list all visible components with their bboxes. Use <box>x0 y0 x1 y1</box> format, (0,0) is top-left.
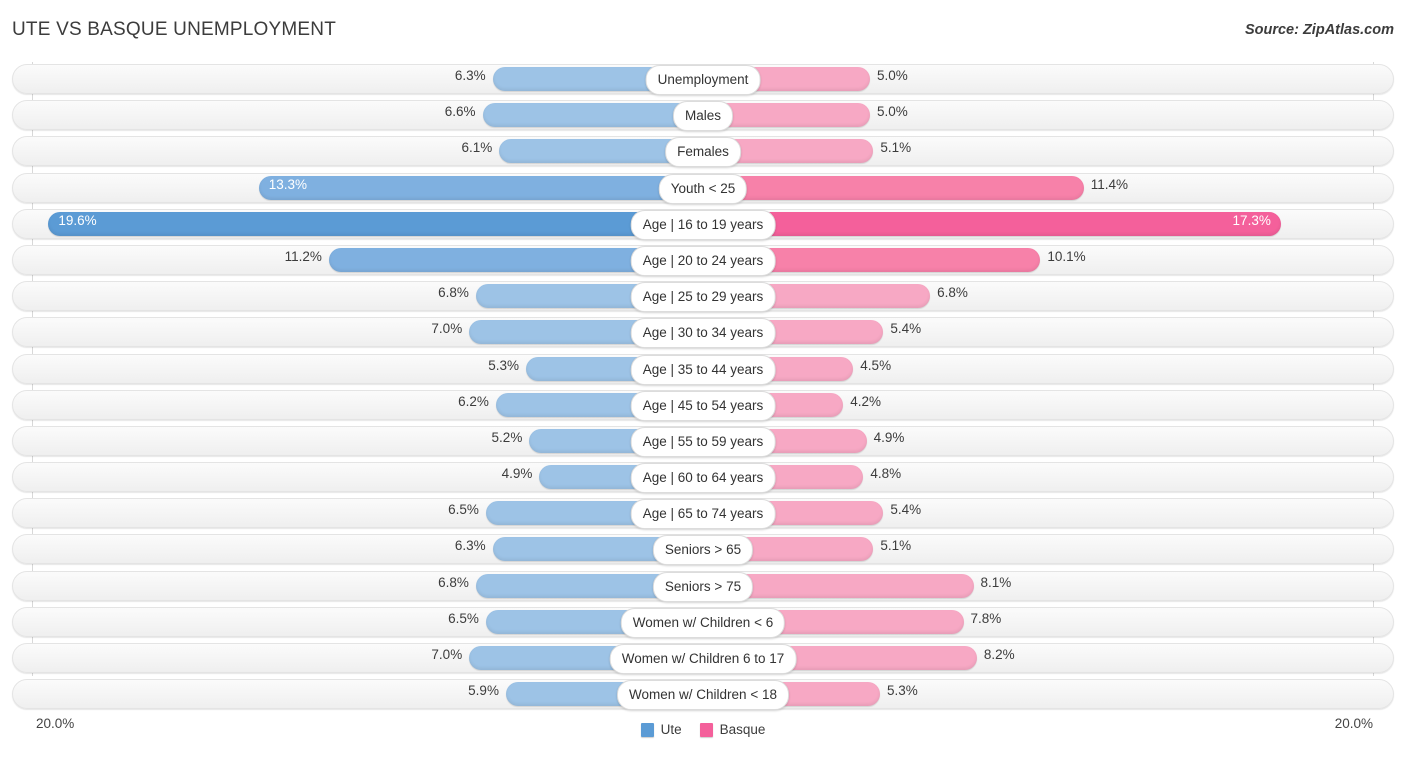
value-label-basque: 4.9% <box>873 429 905 445</box>
value-label-basque: 5.4% <box>890 502 922 518</box>
plot-area: 6.3% 5.0% Unemployment 6.6% 5.0% Males 6.1% 5.1… <box>0 62 1406 717</box>
bar-basque <box>703 175 1084 200</box>
category-label[interactable]: Women w/ Children 6 to 17 <box>609 644 797 674</box>
value-label-ute: 6.5% <box>448 610 479 626</box>
value-label-basque: 5.3% <box>887 683 918 699</box>
bar-row: 6.8% 8.1% Seniors > 75 <box>0 570 1406 602</box>
bar-ute-fill <box>48 212 703 236</box>
value-label-basque: 8.2% <box>983 647 1015 662</box>
bar-row: 11.2% 10.1% Age | 20 to 24 years <box>0 244 1406 276</box>
chart-header: UTE VS BASQUE UNEMPLOYMENT Source: ZipAt… <box>0 0 1406 62</box>
value-label-ute: 6.6% <box>444 104 476 120</box>
page-title: UTE VS BASQUE UNEMPLOYMENT <box>12 19 337 40</box>
legend-label: Basque <box>719 722 766 737</box>
value-label-basque: 4.2% <box>850 393 882 409</box>
legend-label: Ute <box>660 722 682 737</box>
value-label-ute: 13.3% <box>268 176 308 192</box>
category-label[interactable]: Youth < 25 <box>658 173 748 204</box>
bar-ute-fill <box>259 176 703 200</box>
value-label-ute: 6.1% <box>461 140 493 156</box>
value-label-ute: 6.2% <box>458 393 489 409</box>
bar-basque <box>703 211 1281 236</box>
category-label[interactable]: Women w/ Children < 6 <box>620 607 786 638</box>
value-label-basque: 17.3% <box>1232 212 1271 228</box>
value-label-basque: 11.4% <box>1090 176 1129 192</box>
bar-row: 5.9% 5.3% Women w/ Children < 18 <box>0 679 1406 711</box>
value-label-ute: 6.3% <box>454 538 486 554</box>
legend-item[interactable]: Ute <box>640 722 682 737</box>
value-label-basque: 10.1% <box>1047 248 1086 264</box>
value-label-ute: 19.6% <box>58 212 97 228</box>
bar-row: 7.0% 5.4% Age | 30 to 34 years <box>0 317 1406 349</box>
value-label-basque: 5.1% <box>880 140 912 156</box>
chart-container: UTE VS BASQUE UNEMPLOYMENT Source: ZipAt… <box>0 0 1406 757</box>
category-label[interactable]: Age | 45 to 54 years <box>630 390 776 421</box>
value-label-ute: 5.9% <box>468 683 499 699</box>
value-label-ute: 6.5% <box>448 502 479 518</box>
bar-row: 6.5% 7.8% Women w/ Children < 6 <box>0 606 1406 638</box>
category-label[interactable]: Males <box>672 101 734 132</box>
bar-row: 5.3% 4.5% Age | 35 to 44 years <box>0 353 1406 385</box>
bar-ute-fill <box>483 103 703 127</box>
value-label-ute: 6.3% <box>454 68 486 83</box>
value-label-basque: 4.5% <box>860 357 892 373</box>
category-label[interactable]: Females <box>665 137 741 168</box>
value-label-ute: 4.9% <box>501 466 533 482</box>
category-label[interactable]: Age | 60 to 64 years <box>630 463 776 494</box>
value-label-basque: 5.1% <box>880 538 912 554</box>
category-label[interactable]: Seniors > 75 <box>652 571 754 602</box>
value-label-ute: 5.2% <box>491 429 523 445</box>
category-label[interactable]: Age | 35 to 44 years <box>630 354 776 385</box>
category-label[interactable]: Women w/ Children < 18 <box>617 680 789 711</box>
bar-basque-fill <box>703 176 1084 200</box>
source-attribution: Source: ZipAtlas.com <box>1244 22 1394 38</box>
value-label-ute: 11.2% <box>284 248 322 264</box>
bar-rows: 6.3% 5.0% Unemployment 6.6% 5.0% Males 6.1% 5.1… <box>0 64 1406 715</box>
legend-swatch-icon <box>640 722 654 737</box>
value-label-ute: 7.0% <box>431 647 463 662</box>
category-label[interactable]: Age | 55 to 59 years <box>630 426 776 457</box>
value-label-basque: 5.0% <box>877 104 908 120</box>
bar-row: 4.9% 4.8% Age | 60 to 64 years <box>0 462 1406 494</box>
bar-row: 6.6% 5.0% Males <box>0 100 1406 132</box>
bar-row: 19.6% 17.3% Age | 16 to 19 years <box>0 208 1406 240</box>
category-label[interactable]: Age | 16 to 19 years <box>630 209 776 240</box>
bar-row: 6.5% 5.4% Age | 65 to 74 years <box>0 498 1406 530</box>
bar-row: 6.8% 6.8% Age | 25 to 29 years <box>0 281 1406 313</box>
value-label-ute: 5.3% <box>488 357 519 373</box>
category-label[interactable]: Age | 25 to 29 years <box>630 282 776 313</box>
category-label[interactable]: Age | 20 to 24 years <box>630 245 776 276</box>
bar-ute <box>258 175 703 200</box>
value-label-ute: 6.8% <box>438 574 469 590</box>
chart-legend: Ute Basque <box>0 722 1406 737</box>
bar-basque-fill <box>703 212 1281 236</box>
category-label[interactable]: Seniors > 65 <box>652 535 754 566</box>
bar-row: 6.3% 5.0% Unemployment <box>0 64 1406 95</box>
bar-row: 7.0% 8.2% Women w/ Children 6 to 17 <box>0 643 1406 674</box>
value-label-ute: 6.8% <box>438 285 469 301</box>
value-label-basque: 4.8% <box>870 466 902 482</box>
value-label-basque: 8.1% <box>980 574 1012 590</box>
bar-row: 13.3% 11.4% Youth < 25 <box>0 172 1406 204</box>
bar-row: 6.1% 5.1% Females <box>0 136 1406 168</box>
value-label-basque: 5.0% <box>877 68 908 83</box>
category-label[interactable]: Age | 65 to 74 years <box>630 499 776 530</box>
value-label-ute: 7.0% <box>431 321 463 337</box>
legend-item[interactable]: Basque <box>699 722 766 737</box>
category-label[interactable]: Unemployment <box>645 65 761 95</box>
category-label[interactable]: Age | 30 to 34 years <box>630 318 776 349</box>
bar-row: 5.2% 4.9% Age | 55 to 59 years <box>0 425 1406 457</box>
bar-ute <box>482 103 703 128</box>
bar-ute <box>48 211 703 236</box>
bar-row: 6.2% 4.2% Age | 45 to 54 years <box>0 389 1406 421</box>
value-label-basque: 5.4% <box>890 321 922 337</box>
bar-row: 6.3% 5.1% Seniors > 65 <box>0 534 1406 566</box>
value-label-basque: 7.8% <box>970 610 1002 626</box>
value-label-basque: 6.8% <box>937 285 968 301</box>
legend-swatch-icon <box>699 722 713 737</box>
